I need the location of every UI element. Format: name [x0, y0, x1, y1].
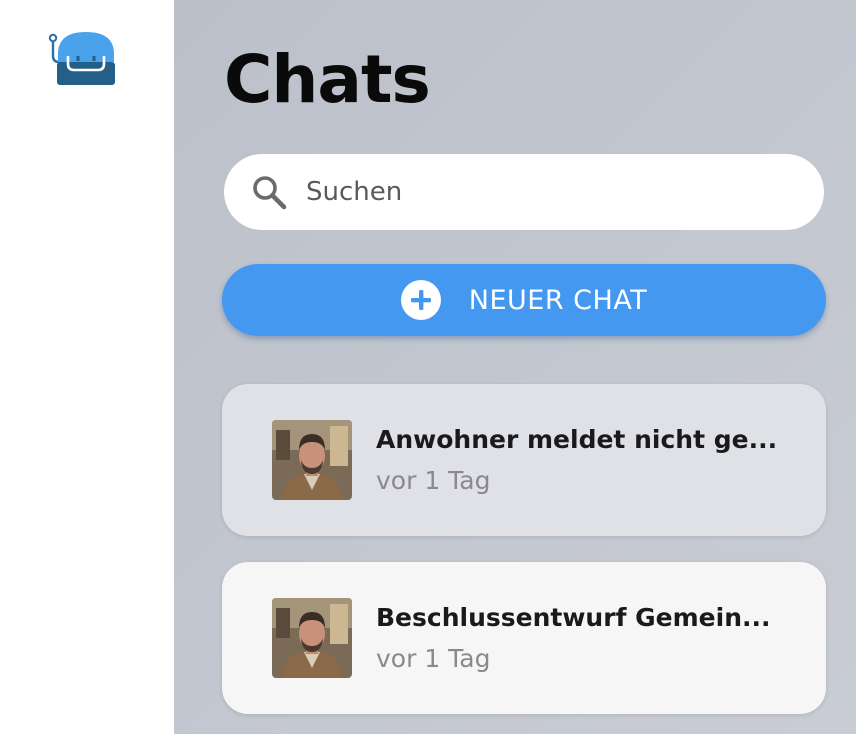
avatar	[272, 598, 352, 678]
search-input[interactable]	[306, 177, 786, 207]
chat-timestamp: vor 1 Tag	[376, 466, 491, 495]
chat-list-item[interactable]: Anwohner meldet nicht ge... vor 1 Tag	[222, 384, 826, 536]
new-chat-label: NEUER CHAT	[468, 284, 648, 316]
page-title: Chats	[224, 41, 431, 118]
chat-timestamp: vor 1 Tag	[376, 644, 491, 673]
search-icon	[253, 176, 287, 210]
chat-list-panel: Chats NEUER CHAT	[174, 0, 856, 734]
chat-title: Anwohner meldet nicht ge...	[376, 425, 776, 454]
chat-text: Beschlussentwurf Gemein... vor 1 Tag	[376, 603, 776, 673]
avatar	[272, 420, 352, 500]
new-chat-button[interactable]: NEUER CHAT	[222, 264, 826, 336]
app-window: Chats NEUER CHAT	[0, 0, 856, 734]
plus-circle-icon	[400, 280, 441, 320]
chat-title: Beschlussentwurf Gemein...	[376, 603, 771, 632]
chat-text: Anwohner meldet nicht ge... vor 1 Tag	[376, 425, 776, 495]
chat-list-item[interactable]: Beschlussentwurf Gemein... vor 1 Tag	[222, 562, 826, 714]
left-rail	[0, 0, 174, 734]
search-bar[interactable]	[224, 154, 824, 230]
robot-logo-icon[interactable]	[48, 32, 118, 88]
